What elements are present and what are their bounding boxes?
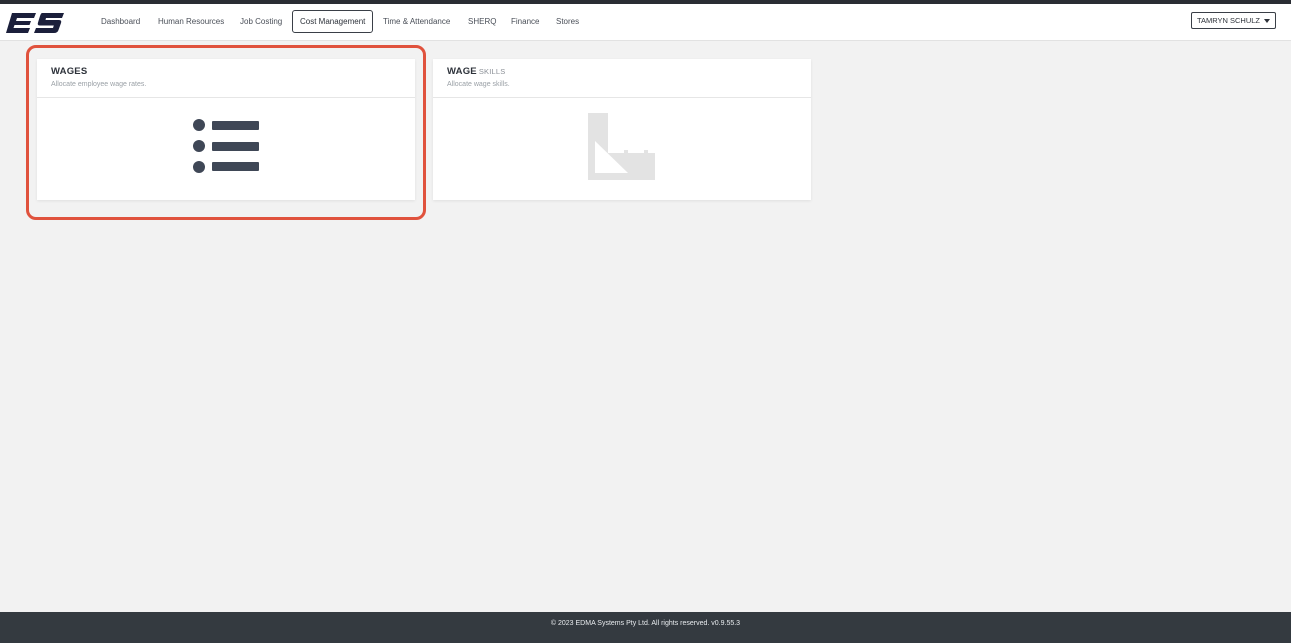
footer-text: © 2023 EDMA Systems Pty Ltd. All rights … [550, 620, 741, 627]
card-title-suffix: SKILLS [478, 67, 506, 76]
card-description: Allocate employee wage rates. [51, 81, 147, 88]
user-menu-button[interactable]: TAMRYN SCHULZ [1190, 12, 1276, 29]
caret-down-icon [1264, 18, 1270, 23]
card-header: WAGE SKILLS Allocate wage skills. [433, 59, 811, 98]
card-header: WAGES Allocate employee wage rates. [37, 59, 415, 98]
nav-cost-management[interactable]: Cost Management [292, 10, 374, 33]
nav-human-resources[interactable]: Human Resources [151, 10, 231, 33]
nav-finance[interactable]: Finance [504, 10, 546, 33]
nav-time-attendance[interactable]: Time & Attendance [376, 10, 457, 33]
card-title-text: WAGE [447, 66, 477, 77]
list-icon [193, 119, 259, 173]
card-wage-skills[interactable]: WAGE SKILLS Allocate wage skills. [433, 59, 811, 200]
ruler-icon [588, 113, 655, 180]
card-description: Allocate wage skills. [447, 81, 510, 88]
nav-stores[interactable]: Stores [549, 10, 586, 33]
nav-job-costing[interactable]: Job Costing [233, 10, 289, 33]
user-name: TAMRYN SCHULZ [1196, 16, 1260, 25]
card-wages[interactable]: WAGES Allocate employee wage rates. [37, 59, 415, 200]
nav-dashboard[interactable]: Dashboard [94, 10, 147, 33]
card-title: WAGE SKILLS [447, 66, 811, 77]
card-title-text: WAGES [51, 66, 88, 77]
es-logo[interactable] [6, 10, 66, 36]
top-navbar: Dashboard Human Resources Job Costing Co… [0, 4, 1291, 41]
nav-sherq[interactable]: SHERQ [461, 10, 503, 33]
card-title: WAGES [51, 66, 415, 77]
footer: © 2023 EDMA Systems Pty Ltd. All rights … [0, 612, 1291, 643]
